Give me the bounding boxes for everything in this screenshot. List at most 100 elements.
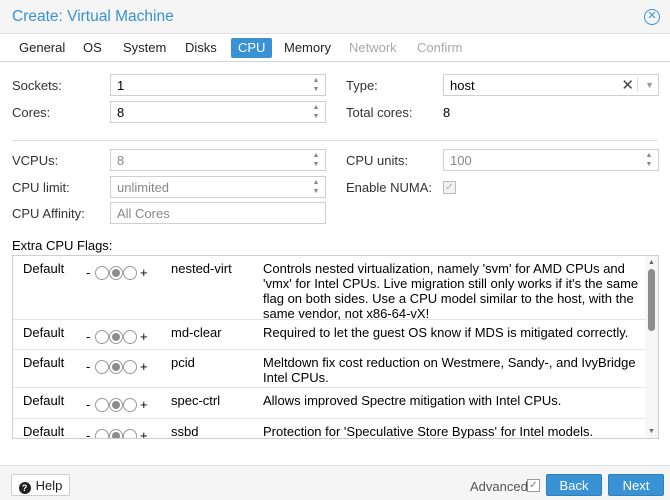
flag-tristate: - +: [86, 329, 152, 345]
cpu-affinity-placeholder: All Cores: [117, 206, 170, 221]
flag-tristate: - +: [86, 265, 152, 281]
flags-scrollbar[interactable]: ▲ ▼: [645, 256, 658, 438]
flag-row: Default - + spec-ctrl Allows improved Sp…: [13, 388, 647, 419]
radio-default[interactable]: [109, 429, 123, 438]
flag-state: Default: [23, 424, 65, 439]
tab-cpu[interactable]: CPU: [231, 38, 273, 58]
plus-label: +: [140, 329, 148, 344]
tab-system[interactable]: System: [116, 38, 173, 58]
clear-icon[interactable]: ✕: [621, 76, 634, 94]
combo-separator: [637, 78, 638, 92]
radio-off[interactable]: [95, 330, 109, 344]
window-title: Create: Virtual Machine: [12, 8, 174, 25]
question-circle-icon: ?: [18, 482, 31, 494]
cpu-limit-field[interactable]: unlimited ▲ ▼: [110, 176, 326, 198]
tab-bar: General OS System Disks CPU Memory Netwo…: [0, 34, 670, 62]
back-button[interactable]: Back: [546, 474, 602, 496]
cpu-units-placeholder: 100: [450, 153, 472, 168]
cpu-limit-spinner[interactable]: ▲ ▼: [307, 177, 325, 197]
flag-row: Default - + nested-virt Controls nested …: [13, 256, 647, 321]
vcpus-label: VCPUs:: [12, 153, 59, 168]
next-button[interactable]: Next: [608, 474, 664, 496]
radio-off[interactable]: [95, 266, 109, 280]
advanced-label: Advanced: [470, 479, 528, 494]
flag-description: Protection for 'Speculative Store Bypass…: [263, 424, 594, 439]
flag-name: md-clear: [171, 325, 222, 340]
flag-name: nested-virt: [171, 261, 232, 276]
flag-name: spec-ctrl: [171, 393, 221, 408]
radio-on[interactable]: [123, 330, 137, 344]
cores-field[interactable]: 8 ▲ ▼: [110, 101, 326, 123]
minus-label: -: [86, 329, 91, 344]
cores-spinner[interactable]: ▲ ▼: [307, 102, 325, 122]
total-cores-label: Total cores:: [346, 105, 413, 120]
sockets-value: 1: [117, 78, 125, 93]
extra-cpu-flags-label: Extra CPU Flags:: [12, 238, 113, 253]
flag-state: Default: [23, 393, 65, 408]
close-icon[interactable]: ✕: [644, 9, 660, 25]
cpu-units-spinner[interactable]: ▲ ▼: [640, 150, 658, 170]
window-titlebar: Create: Virtual Machine ✕: [0, 0, 670, 34]
radio-off[interactable]: [95, 398, 109, 412]
plus-label: +: [140, 397, 148, 412]
enable-numa-checkbox[interactable]: ✓: [443, 181, 456, 194]
scroll-up-icon[interactable]: ▲: [648, 259, 655, 266]
vcpus-field[interactable]: 8 ▲ ▼: [110, 149, 326, 171]
type-value: host: [450, 78, 475, 93]
flag-description: Meltdown fix cost reduction on Westmere,…: [263, 355, 636, 385]
scroll-thumb[interactable]: [648, 269, 655, 331]
advanced-checkbox[interactable]: ✓: [527, 479, 540, 492]
radio-default[interactable]: [109, 266, 123, 280]
flag-row: Default - + ssbd Protection for 'Specula…: [13, 419, 647, 439]
cores-value: 8: [117, 105, 125, 120]
sockets-field[interactable]: 1 ▲ ▼: [110, 74, 326, 96]
cpu-affinity-label: CPU Affinity:: [12, 206, 85, 221]
flag-state: Default: [23, 355, 65, 370]
flag-state: Default: [23, 261, 65, 276]
sockets-spinner[interactable]: ▲ ▼: [307, 75, 325, 95]
cpu-flags-grid: Default - + nested-virt Controls nested …: [12, 255, 659, 439]
type-label: Type:: [346, 78, 378, 93]
flag-name: pcid: [171, 355, 195, 370]
flag-tristate: - +: [86, 359, 152, 375]
minus-label: -: [86, 397, 91, 412]
cores-label: Cores:: [12, 105, 51, 120]
cpu-affinity-field[interactable]: All Cores: [110, 202, 326, 224]
radio-off[interactable]: [95, 360, 109, 374]
flag-row: Default - + pcid Meltdown fix cost reduc…: [13, 350, 647, 388]
radio-default[interactable]: [109, 330, 123, 344]
tab-confirm: Confirm: [417, 40, 463, 55]
enable-numa-label: Enable NUMA:: [346, 180, 432, 195]
flag-description: Required to let the guest OS know if MDS…: [263, 325, 629, 340]
plus-label: +: [140, 359, 148, 374]
cpu-limit-placeholder: unlimited: [117, 180, 170, 195]
tab-general[interactable]: General: [12, 38, 72, 58]
radio-on[interactable]: [123, 266, 137, 280]
radio-default[interactable]: [109, 360, 123, 374]
minus-label: -: [86, 359, 91, 374]
vcpus-spinner[interactable]: ▲ ▼: [307, 150, 325, 170]
type-combo[interactable]: host ✕ ▼: [443, 74, 659, 96]
plus-label: +: [140, 428, 148, 439]
flag-name: ssbd: [171, 424, 199, 439]
cpu-units-field[interactable]: 100 ▲ ▼: [443, 149, 659, 171]
radio-default[interactable]: [109, 398, 123, 412]
chevron-down-icon[interactable]: ▼: [645, 80, 654, 90]
flag-tristate: - +: [86, 428, 152, 439]
tab-memory[interactable]: Memory: [277, 38, 338, 58]
flag-tristate: - +: [86, 397, 152, 413]
tab-disks[interactable]: Disks: [178, 38, 224, 58]
help-label: Help: [35, 478, 63, 493]
radio-on[interactable]: [123, 429, 137, 438]
radio-on[interactable]: [123, 360, 137, 374]
tab-os[interactable]: OS: [76, 38, 109, 58]
dialog-footer: ? Help Advanced ✓ Back Next: [0, 465, 670, 500]
total-cores-value: 8: [443, 105, 451, 120]
plus-label: +: [140, 265, 148, 280]
scroll-down-icon[interactable]: ▼: [648, 428, 655, 435]
radio-on[interactable]: [123, 398, 137, 412]
help-button[interactable]: ? Help: [11, 474, 70, 496]
flag-description: Controls nested virtualization, namely '…: [263, 261, 639, 321]
radio-off[interactable]: [95, 429, 109, 438]
section-divider: [12, 140, 658, 141]
